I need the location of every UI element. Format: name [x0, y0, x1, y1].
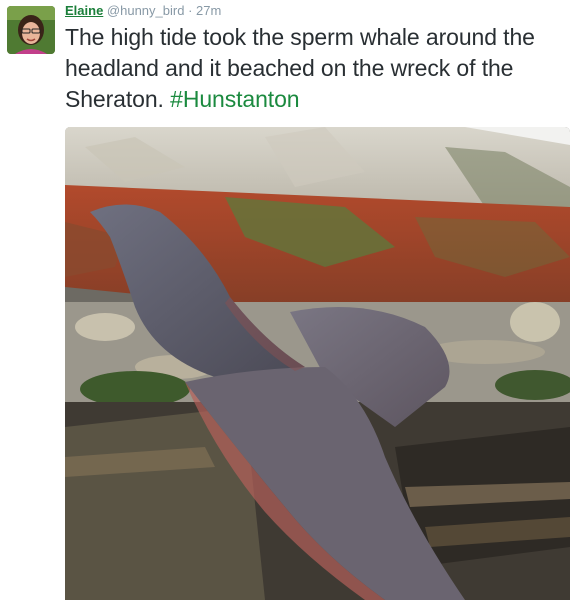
whale-photo-icon: [65, 127, 570, 600]
author-handle[interactable]: @hunny_bird: [107, 3, 185, 18]
avatar-photo-icon: [7, 6, 55, 54]
hashtag-link[interactable]: #Hunstanton: [170, 86, 299, 112]
tweet-card: Elaine @hunny_bird · 27m The high tide t…: [0, 0, 575, 600]
tweet-text: The high tide took the sperm whale aroun…: [65, 22, 570, 115]
tweet-header: Elaine @hunny_bird · 27m: [65, 3, 221, 19]
author-name[interactable]: Elaine: [65, 3, 103, 18]
meta-separator: ·: [188, 3, 193, 18]
profile-avatar[interactable]: [7, 6, 55, 54]
tweet-body-text: The high tide took the sperm whale aroun…: [65, 24, 535, 112]
tweet-timestamp[interactable]: 27m: [196, 3, 221, 18]
tweet-photo[interactable]: [65, 127, 570, 600]
